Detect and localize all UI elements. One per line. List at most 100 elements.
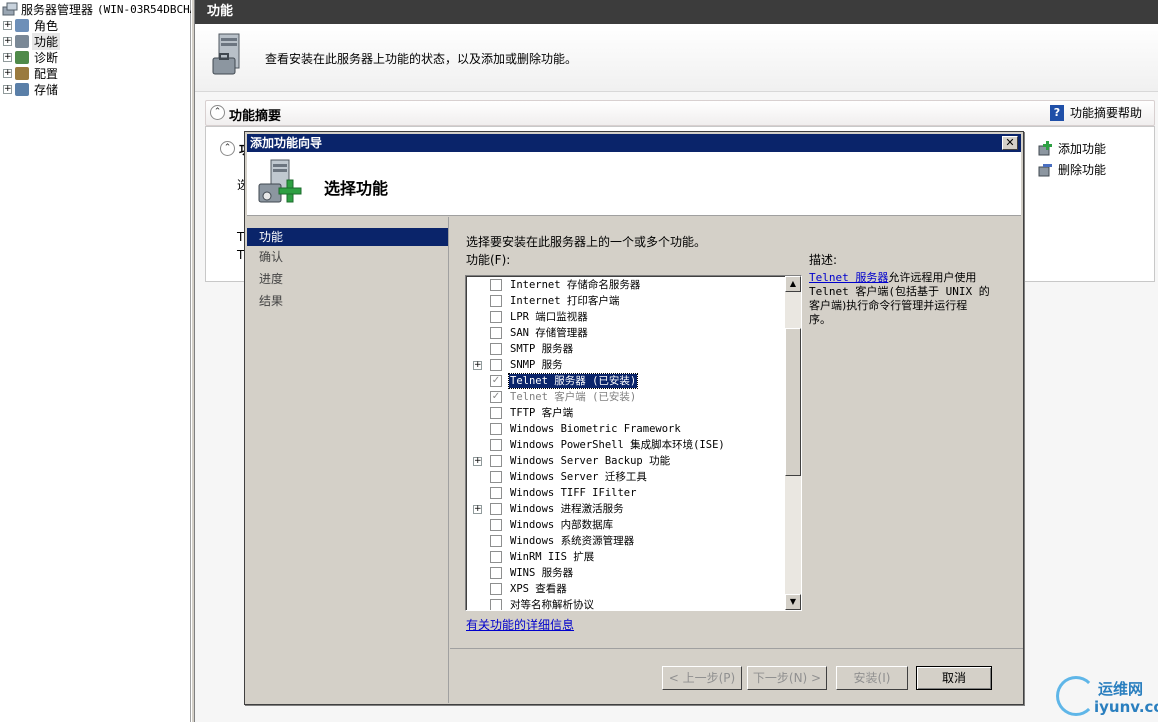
feature-item[interactable]: WinRM IIS 扩展: [466, 549, 786, 565]
feature-item[interactable]: Windows 系统资源管理器: [466, 533, 786, 549]
wizard-banner: 选择功能: [247, 152, 1021, 216]
install-button[interactable]: 安装(I): [836, 666, 908, 690]
feature-item[interactable]: Windows 内部数据库: [466, 517, 786, 533]
configuration-icon: [15, 66, 29, 80]
wizard-step[interactable]: 功能: [247, 228, 448, 246]
feature-item[interactable]: ✓ Telnet 客户端 (已安装): [466, 389, 786, 405]
feature-checkbox[interactable]: [490, 567, 502, 579]
back-button[interactable]: < 上一步(P): [662, 666, 742, 690]
feature-checkbox[interactable]: ✓: [490, 391, 502, 403]
feature-checkbox[interactable]: [490, 423, 502, 435]
expand-icon[interactable]: +: [3, 20, 12, 30]
expand-icon[interactable]: +: [3, 52, 12, 62]
wizard-step[interactable]: 结果: [247, 290, 448, 312]
feature-checkbox[interactable]: [490, 343, 502, 355]
feature-checkbox[interactable]: [490, 359, 502, 371]
feature-label: Windows PowerShell 集成脚本环境(ISE): [510, 439, 725, 451]
tree-item[interactable]: + 角色: [0, 17, 60, 33]
expand-icon[interactable]: +: [473, 504, 482, 514]
feature-checkbox[interactable]: [490, 535, 502, 547]
summary-title: 功能摘要: [229, 109, 282, 124]
feature-item[interactable]: Windows Server 迁移工具: [466, 469, 786, 485]
feature-checkbox[interactable]: [490, 551, 502, 563]
feature-checkbox[interactable]: [490, 455, 502, 467]
feature-description: Telnet 服务器允许远程用户使用 Telnet 客户端(包括基于 UNIX …: [809, 271, 1009, 327]
scrollbar-thumb[interactable]: [785, 328, 801, 476]
feature-checkbox[interactable]: [490, 471, 502, 483]
tree-root[interactable]: 服务器管理器 (WIN-03R54DBCHA: [0, 1, 196, 17]
watermark-logo: 运维网 iyunv.com: [1056, 672, 1158, 720]
watermark-en: iyunv.com: [1094, 698, 1158, 716]
expand-icon[interactable]: +: [3, 84, 12, 94]
feature-item[interactable]: SAN 存储管理器: [466, 325, 786, 341]
more-info-link[interactable]: 有关功能的详细信息: [466, 616, 574, 633]
feature-item[interactable]: + SNMP 服务: [466, 357, 786, 373]
feature-item[interactable]: XPS 查看器: [466, 581, 786, 597]
feature-checkbox[interactable]: [490, 487, 502, 499]
diagnostics-icon: [15, 50, 29, 64]
feature-checkbox[interactable]: [490, 295, 502, 307]
feature-label: Windows TIFF IFilter: [510, 487, 637, 499]
scroll-down-arrow-icon[interactable]: ▼: [785, 594, 801, 610]
description-line4: 序。: [809, 313, 831, 326]
add-features-wizard-icon: [258, 159, 302, 203]
close-button[interactable]: ✕: [1002, 136, 1018, 150]
cancel-button[interactable]: 取消: [916, 666, 992, 690]
wizard-step[interactable]: 确认: [247, 246, 448, 268]
feature-item[interactable]: Windows Biometric Framework: [466, 421, 786, 437]
feature-item[interactable]: SMTP 服务器: [466, 341, 786, 357]
features-summary-header[interactable]: ⌃ 功能摘要 ? 功能摘要帮助: [205, 100, 1155, 126]
tree-item[interactable]: + 诊断: [0, 49, 60, 65]
feature-checkbox[interactable]: [490, 439, 502, 451]
summary-help-label: 功能摘要帮助: [1069, 106, 1142, 120]
feature-item[interactable]: Windows TIFF IFilter: [466, 485, 786, 501]
feature-item[interactable]: Windows PowerShell 集成脚本环境(ISE): [466, 437, 786, 453]
feature-item[interactable]: + Windows Server Backup 功能: [466, 453, 786, 469]
feature-checkbox[interactable]: [490, 279, 502, 291]
feature-label: Windows Server 迁移工具: [510, 471, 647, 483]
feature-checkbox[interactable]: [490, 311, 502, 323]
feature-item[interactable]: LPR 端口监视器: [466, 309, 786, 325]
feature-item[interactable]: Internet 存储命名服务器: [466, 277, 786, 293]
watermark-ring-icon: [1056, 676, 1096, 716]
collapse-icon[interactable]: ⌃: [210, 105, 225, 120]
wizard-page-title: 选择功能: [324, 179, 389, 198]
expand-icon[interactable]: +: [473, 456, 482, 466]
scroll-up-arrow-icon[interactable]: ▲: [785, 276, 801, 292]
feature-item[interactable]: ✓ Telnet 服务器 (已安装): [466, 373, 786, 389]
summary-help-link[interactable]: ? 功能摘要帮助: [1049, 104, 1142, 121]
feature-label: 对等名称解析协议: [510, 599, 594, 611]
pane-description: 查看安装在此服务器上功能的状态，以及添加或删除功能。: [265, 52, 578, 66]
feature-item[interactable]: 对等名称解析协议: [466, 597, 786, 611]
next-button[interactable]: 下一步(N) >: [747, 666, 827, 690]
add-features-link[interactable]: 添加功能: [1037, 138, 1153, 159]
feature-item[interactable]: + Windows 进程激活服务: [466, 501, 786, 517]
feature-checkbox[interactable]: [490, 519, 502, 531]
features-scrollbar[interactable]: ▲ ▼: [785, 276, 801, 610]
feature-checkbox[interactable]: [490, 583, 502, 595]
feature-item[interactable]: TFTP 客户端: [466, 405, 786, 421]
wizard-title-bar[interactable]: 添加功能向导 ✕: [247, 134, 1021, 152]
feature-checkbox[interactable]: [490, 503, 502, 515]
description-line2: Telnet 客户端(包括基于 UNIX 的: [809, 285, 990, 298]
feature-checkbox[interactable]: [490, 599, 502, 610]
feature-label: Telnet 服务器 (已安装): [507, 373, 639, 389]
tree-item[interactable]: + 配置: [0, 65, 60, 81]
feature-item[interactable]: WINS 服务器: [466, 565, 786, 581]
remove-features-link[interactable]: 删除功能: [1037, 159, 1153, 180]
expand-icon[interactable]: +: [473, 360, 482, 370]
expand-icon[interactable]: +: [3, 68, 12, 78]
feature-checkbox[interactable]: [490, 327, 502, 339]
feature-checkbox[interactable]: [490, 407, 502, 419]
storage-icon: [15, 82, 29, 96]
expand-icon[interactable]: +: [3, 36, 12, 46]
inner-collapse-icon[interactable]: ⌃: [220, 141, 235, 156]
tree-item[interactable]: + 功能: [0, 32, 61, 50]
wizard-step[interactable]: 进度: [247, 268, 448, 290]
server-manager-icon: [2, 2, 18, 16]
tree-item[interactable]: + 存储: [0, 81, 60, 97]
features-list[interactable]: Internet 存储命名服务器 Internet 打印客户端 LPR 端口监视器 S…: [465, 275, 802, 611]
feature-checkbox[interactable]: ✓: [490, 375, 502, 387]
description-feature-link[interactable]: Telnet 服务器: [809, 271, 888, 284]
feature-item[interactable]: Internet 打印客户端: [466, 293, 786, 309]
